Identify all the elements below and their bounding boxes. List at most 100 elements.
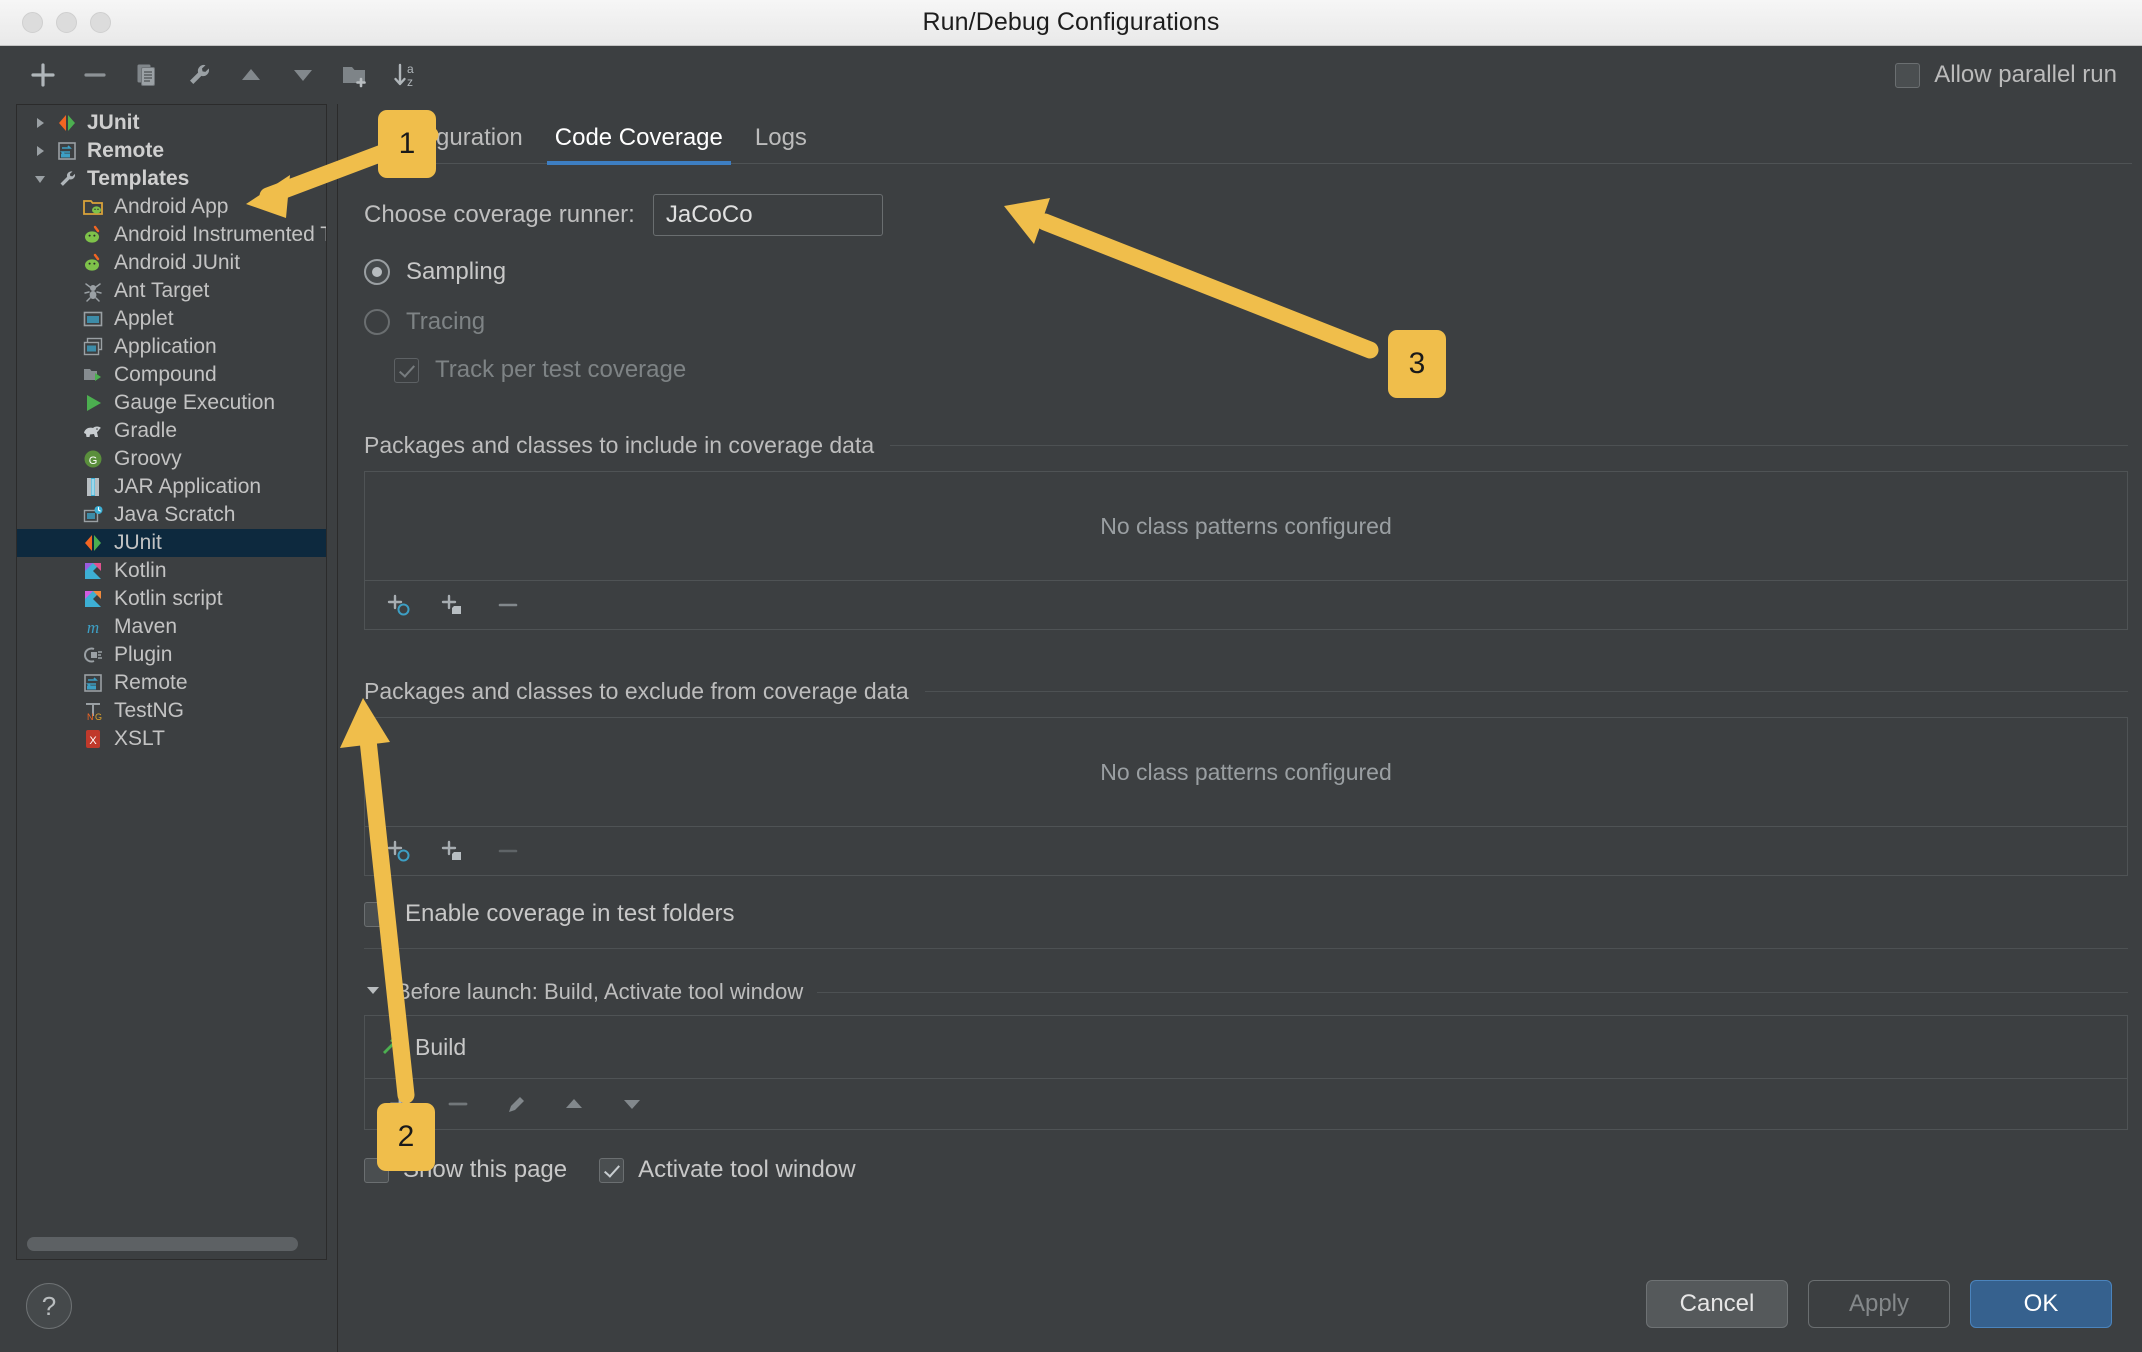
add-class-icon[interactable] xyxy=(383,588,417,622)
tree-item-remote-root[interactable]: Remote xyxy=(17,137,326,165)
move-down-icon[interactable] xyxy=(286,58,320,92)
edit-icon[interactable] xyxy=(499,1087,533,1121)
sampling-label: Sampling xyxy=(406,258,507,285)
track-per-test-row[interactable]: Track per test coverage xyxy=(394,356,2128,384)
before-launch-title: Before launch: Build, Activate tool wind… xyxy=(396,979,804,1004)
chevron-down-icon[interactable] xyxy=(27,171,53,187)
tree-item-label: JUnit xyxy=(87,111,140,134)
java-scratch-icon xyxy=(79,504,107,526)
ok-button[interactable]: OK xyxy=(1970,1280,2112,1328)
activate-tool-window-label: Activate tool window xyxy=(638,1156,856,1183)
chevron-down-icon[interactable] xyxy=(364,981,382,1004)
include-patterns-list[interactable]: No class patterns configured xyxy=(364,471,2128,581)
add-class-icon[interactable] xyxy=(383,834,417,868)
before-launch-toolbar xyxy=(364,1079,2128,1130)
tree-item-label: XSLT xyxy=(114,727,165,750)
move-down-icon[interactable] xyxy=(615,1087,649,1121)
track-per-test-label: Track per test coverage xyxy=(435,356,687,383)
move-up-icon[interactable] xyxy=(557,1087,591,1121)
tree-item-label: Application xyxy=(114,335,217,358)
tree-item-android-junit[interactable]: Android JUnit xyxy=(17,249,326,277)
coverage-runner-select[interactable]: JaCoCo xyxy=(652,194,883,236)
exclude-patterns-list[interactable]: No class patterns configured xyxy=(364,717,2128,827)
tree-item-label: Android App xyxy=(114,195,229,218)
divider xyxy=(890,445,2128,446)
tree-item-android-instrumented-tests[interactable]: Android Instrumented T… xyxy=(17,221,326,249)
remove-icon[interactable] xyxy=(491,834,525,868)
edit-templates-icon[interactable] xyxy=(182,58,216,92)
xslt-icon: X xyxy=(79,728,107,750)
copy-icon[interactable] xyxy=(130,58,164,92)
remove-icon[interactable] xyxy=(491,588,525,622)
remove-icon[interactable] xyxy=(441,1087,475,1121)
run-icon xyxy=(79,392,107,414)
chevron-right-icon[interactable] xyxy=(27,143,53,159)
gradle-icon xyxy=(79,420,107,442)
activate-tool-window-checkbox[interactable] xyxy=(599,1157,625,1183)
add-icon[interactable] xyxy=(26,58,60,92)
annotation-badge-3: 3 xyxy=(1388,330,1446,398)
tree-horizontal-scrollbar[interactable] xyxy=(27,1237,298,1251)
tree-item-jar-application[interactable]: JAR Application xyxy=(17,473,326,501)
tree-item-maven[interactable]: m Maven xyxy=(17,613,326,641)
applet-icon xyxy=(79,308,107,330)
sort-alphabetically-icon[interactable]: a z xyxy=(390,58,424,92)
help-icon[interactable]: ? xyxy=(26,1283,72,1329)
tree-item-groovy[interactable]: G Groovy xyxy=(17,445,326,473)
add-package-icon[interactable] xyxy=(437,834,471,868)
svg-text:m: m xyxy=(87,618,99,637)
tree-item-junit-root[interactable]: JUnit xyxy=(17,109,326,137)
exclude-empty-text: No class patterns configured xyxy=(1100,758,1392,785)
tree-item-gauge-execution[interactable]: Gauge Execution xyxy=(17,389,326,417)
svg-text:N: N xyxy=(87,712,94,722)
allow-parallel-run-box[interactable] xyxy=(1895,62,1921,88)
before-launch-header[interactable]: Before launch: Build, Activate tool wind… xyxy=(364,979,2128,1005)
cancel-button[interactable]: Cancel xyxy=(1646,1280,1788,1328)
enable-coverage-test-folders-row[interactable]: Enable coverage in test folders xyxy=(364,900,2128,928)
tracing-radio-row[interactable]: Tracing xyxy=(364,308,2128,336)
exclude-section-title: Packages and classes to exclude from cov… xyxy=(364,678,909,704)
enable-coverage-test-folders-checkbox[interactable] xyxy=(364,901,389,927)
tree-item-compound[interactable]: Compound xyxy=(17,361,326,389)
sampling-radio[interactable] xyxy=(364,259,390,285)
tree-item-junit-template[interactable]: JUnit xyxy=(17,529,326,557)
tree-item-ant-target[interactable]: Ant Target xyxy=(17,277,326,305)
tree-item-java-scratch[interactable]: Java Scratch xyxy=(17,501,326,529)
remove-icon[interactable] xyxy=(78,58,112,92)
tree-item-remote[interactable]: Remote xyxy=(17,669,326,697)
enable-coverage-test-folders-label: Enable coverage in test folders xyxy=(405,900,735,927)
tree-item-application[interactable]: Application xyxy=(17,333,326,361)
tree-item-kotlin-script[interactable]: Kotlin script xyxy=(17,585,326,613)
apply-button[interactable]: Apply xyxy=(1808,1280,1950,1328)
tab-code-coverage[interactable]: Code Coverage xyxy=(539,124,739,165)
tree-item-label: Applet xyxy=(114,307,174,330)
tab-logs[interactable]: Logs xyxy=(739,124,823,164)
tracing-radio[interactable] xyxy=(364,309,390,335)
configurations-tree[interactable]: JUnit Remote Templates Android App Andro… xyxy=(16,104,327,1260)
new-folder-icon[interactable] xyxy=(338,58,372,92)
svg-text:X: X xyxy=(89,735,97,747)
tree-item-xslt[interactable]: X XSLT xyxy=(17,725,326,753)
tree-item-kotlin[interactable]: Kotlin xyxy=(17,557,326,585)
track-per-test-checkbox[interactable] xyxy=(394,357,419,383)
tree-item-gradle[interactable]: Gradle xyxy=(17,417,326,445)
tree-item-label: JUnit xyxy=(114,531,162,554)
tree-item-label: Java Scratch xyxy=(114,503,236,526)
tree-item-plugin[interactable]: Plugin xyxy=(17,641,326,669)
divider xyxy=(924,691,2128,692)
before-launch-task-list[interactable]: Build xyxy=(364,1015,2128,1079)
tree-item-label: Gauge Execution xyxy=(114,391,276,414)
tree-item-templates-root[interactable]: Templates xyxy=(17,165,326,193)
hammer-icon xyxy=(379,1032,403,1062)
tree-item-android-app[interactable]: Android App xyxy=(17,193,326,221)
move-up-icon[interactable] xyxy=(234,58,268,92)
add-package-icon[interactable] xyxy=(437,588,471,622)
allow-parallel-run-checkbox[interactable]: Allow parallel run xyxy=(1895,61,2117,89)
tree-item-testng[interactable]: N G TestNG xyxy=(17,697,326,725)
tree-item-applet[interactable]: Applet xyxy=(17,305,326,333)
junit-icon xyxy=(79,532,107,554)
exclude-list-toolbar xyxy=(364,827,2128,876)
sampling-radio-row[interactable]: Sampling xyxy=(364,258,2128,286)
chevron-right-icon[interactable] xyxy=(27,115,53,131)
testng-icon: N G xyxy=(79,700,107,722)
